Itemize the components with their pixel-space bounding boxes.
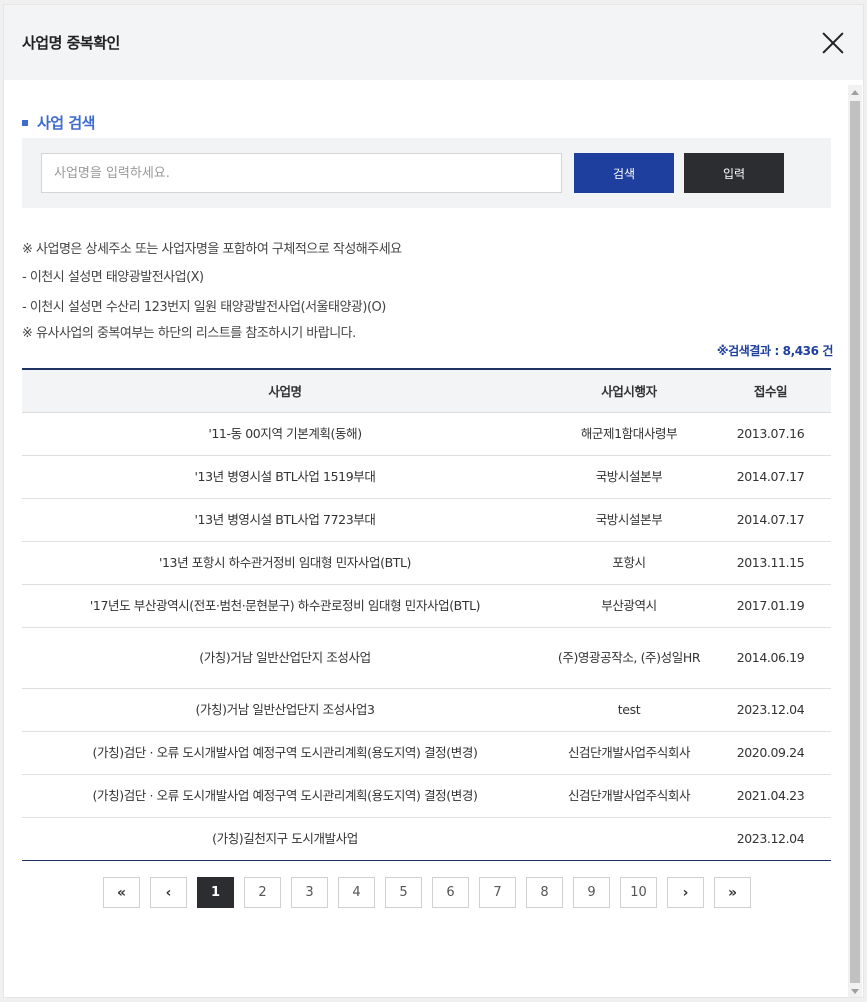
guide-note: - 이천시 설성면 태양광발전사업(X): [22, 270, 204, 285]
cell-received-date: 2017.01.19: [710, 584, 831, 628]
search-button[interactable]: 검색: [574, 153, 674, 193]
scroll-down-arrow-icon[interactable]: [851, 989, 859, 994]
input-button[interactable]: 입력: [684, 153, 784, 193]
cell-business-name: (가칭)검단 · 오류 도시개발사업 예정구역 도시관리계획(용도지역) 결정(…: [22, 774, 548, 818]
cell-business-name: (가칭)거남 일반산업단지 조성사업3: [22, 688, 548, 732]
search-section-label: 사업 검색: [37, 114, 95, 132]
cell-operator: 해군제1함대사령부: [548, 412, 710, 456]
cell-received-date: 2023.12.04: [710, 817, 831, 861]
cell-business-name: '13년 병영시설 BTL사업 1519부대: [22, 455, 548, 499]
pagination: « ‹ 1 2 3 4 5 6 7 8 9 10 › »: [103, 877, 761, 908]
page-button-6[interactable]: 6: [432, 877, 469, 908]
cell-received-date: 2023.12.04: [710, 688, 831, 732]
table-row[interactable]: (가칭)거남 일반산업단지 조성사업3 test 2023.12.04: [22, 688, 831, 732]
cell-received-date: 2014.06.19: [710, 627, 831, 689]
page-button-10[interactable]: 10: [620, 877, 657, 908]
cell-operator: [548, 817, 710, 861]
page-button-7[interactable]: 7: [479, 877, 516, 908]
guide-note: ※ 유사사업의 중복여부는 하단의 리스트를 참조하시기 바랍니다.: [22, 326, 356, 341]
cell-operator: 신검단개발사업주식회사: [548, 774, 710, 818]
page-button-8[interactable]: 8: [526, 877, 563, 908]
table-row[interactable]: '11-동 00지역 기본계획(동해) 해군제1함대사령부 2013.07.16: [22, 412, 831, 456]
business-name-input[interactable]: [41, 153, 562, 193]
table-row[interactable]: (가칭)거남 일반산업단지 조성사업 (주)영광공작소, (주)성일HR 201…: [22, 627, 831, 689]
cell-received-date: 2013.07.16: [710, 412, 831, 456]
page-button-5[interactable]: 5: [385, 877, 422, 908]
cell-business-name: '11-동 00지역 기본계획(동해): [22, 412, 548, 456]
header-operator: 사업시행자: [548, 368, 710, 413]
cell-business-name: (가칭)길천지구 도시개발사업: [22, 817, 548, 861]
table-row[interactable]: '13년 병영시설 BTL사업 1519부대 국방시설본부 2014.07.17: [22, 455, 831, 499]
cell-business-name: '17년도 부산광역시(전포·범천·문현분구) 하수관로정비 임대형 민자사업(…: [22, 584, 548, 628]
close-icon[interactable]: [820, 30, 846, 56]
table-row[interactable]: '17년도 부산광역시(전포·범천·문현분구) 하수관로정비 임대형 민자사업(…: [22, 584, 831, 628]
duplicate-check-modal: 사업명 중복확인 사업 검색 검색 입력 ※ 사업명은 상세주소 또는 사업자명…: [3, 4, 864, 998]
cell-received-date: 2014.07.17: [710, 455, 831, 499]
header-business-name: 사업명: [22, 368, 548, 413]
table-header-row: 사업명 사업시행자 접수일: [22, 368, 831, 413]
cell-operator: 부산광역시: [548, 584, 710, 628]
search-section-title: 사업 검색: [22, 112, 95, 133]
table-row[interactable]: '13년 포항시 하수관거정비 임대형 민자사업(BTL) 포항시 2013.1…: [22, 541, 831, 585]
table-row[interactable]: (가칭)검단 · 오류 도시개발사업 예정구역 도시관리계획(용도지역) 결정(…: [22, 774, 831, 818]
cell-operator: 국방시설본부: [548, 498, 710, 542]
prev-page-icon[interactable]: ‹: [150, 877, 187, 908]
next-page-icon[interactable]: ›: [667, 877, 704, 908]
table-row[interactable]: '13년 병영시설 BTL사업 7723부대 국방시설본부 2014.07.17: [22, 498, 831, 542]
cell-business-name: (가칭)거남 일반산업단지 조성사업: [22, 627, 548, 689]
first-page-icon[interactable]: «: [103, 877, 140, 908]
cell-business-name: '13년 포항시 하수관거정비 임대형 민자사업(BTL): [22, 541, 548, 585]
last-page-icon[interactable]: »: [714, 877, 751, 908]
square-bullet-icon: [22, 119, 28, 126]
cell-operator: 포항시: [548, 541, 710, 585]
vertical-scrollbar[interactable]: [848, 85, 862, 997]
modal-header: 사업명 중복확인: [4, 5, 863, 80]
cell-operator: (주)영광공작소, (주)성일HR: [548, 627, 710, 689]
result-count: ※검색결과 : 8,436 건: [716, 344, 834, 358]
header-received-date: 접수일: [710, 368, 831, 413]
cell-received-date: 2021.04.23: [710, 774, 831, 818]
cell-operator: 국방시설본부: [548, 455, 710, 499]
cell-received-date: 2014.07.17: [710, 498, 831, 542]
scrollbar-thumb[interactable]: [850, 101, 860, 983]
page-button-3[interactable]: 3: [291, 877, 328, 908]
search-box: 검색 입력: [22, 138, 831, 208]
table-row[interactable]: (가칭)검단 · 오류 도시개발사업 예정구역 도시관리계획(용도지역) 결정(…: [22, 731, 831, 775]
scroll-up-arrow-icon[interactable]: [851, 90, 859, 95]
cell-operator: 신검단개발사업주식회사: [548, 731, 710, 775]
cell-business-name: '13년 병영시설 BTL사업 7723부대: [22, 498, 548, 542]
cell-business-name: (가칭)검단 · 오류 도시개발사업 예정구역 도시관리계획(용도지역) 결정(…: [22, 731, 548, 775]
page-button-9[interactable]: 9: [573, 877, 610, 908]
business-list-table: 사업명 사업시행자 접수일 '11-동 00지역 기본계획(동해) 해군제1함대…: [22, 368, 831, 861]
cell-received-date: 2020.09.24: [710, 731, 831, 775]
guide-note: - 이천시 설성면 수산리 123번지 일원 태양광발전사업(서울태양광)(O): [22, 300, 386, 315]
guide-note: ※ 사업명은 상세주소 또는 사업자명을 포함하여 구체적으로 작성해주세요: [22, 242, 402, 257]
page-button-4[interactable]: 4: [338, 877, 375, 908]
cell-received-date: 2013.11.15: [710, 541, 831, 585]
table-row[interactable]: (가칭)길천지구 도시개발사업 2023.12.04: [22, 817, 831, 861]
page-button-2[interactable]: 2: [244, 877, 281, 908]
modal-content: 사업 검색 검색 입력 ※ 사업명은 상세주소 또는 사업자명을 포함하여 구체…: [4, 80, 847, 997]
cell-operator: test: [548, 688, 710, 732]
page-button-1[interactable]: 1: [197, 877, 234, 908]
modal-title: 사업명 중복확인: [22, 34, 120, 52]
